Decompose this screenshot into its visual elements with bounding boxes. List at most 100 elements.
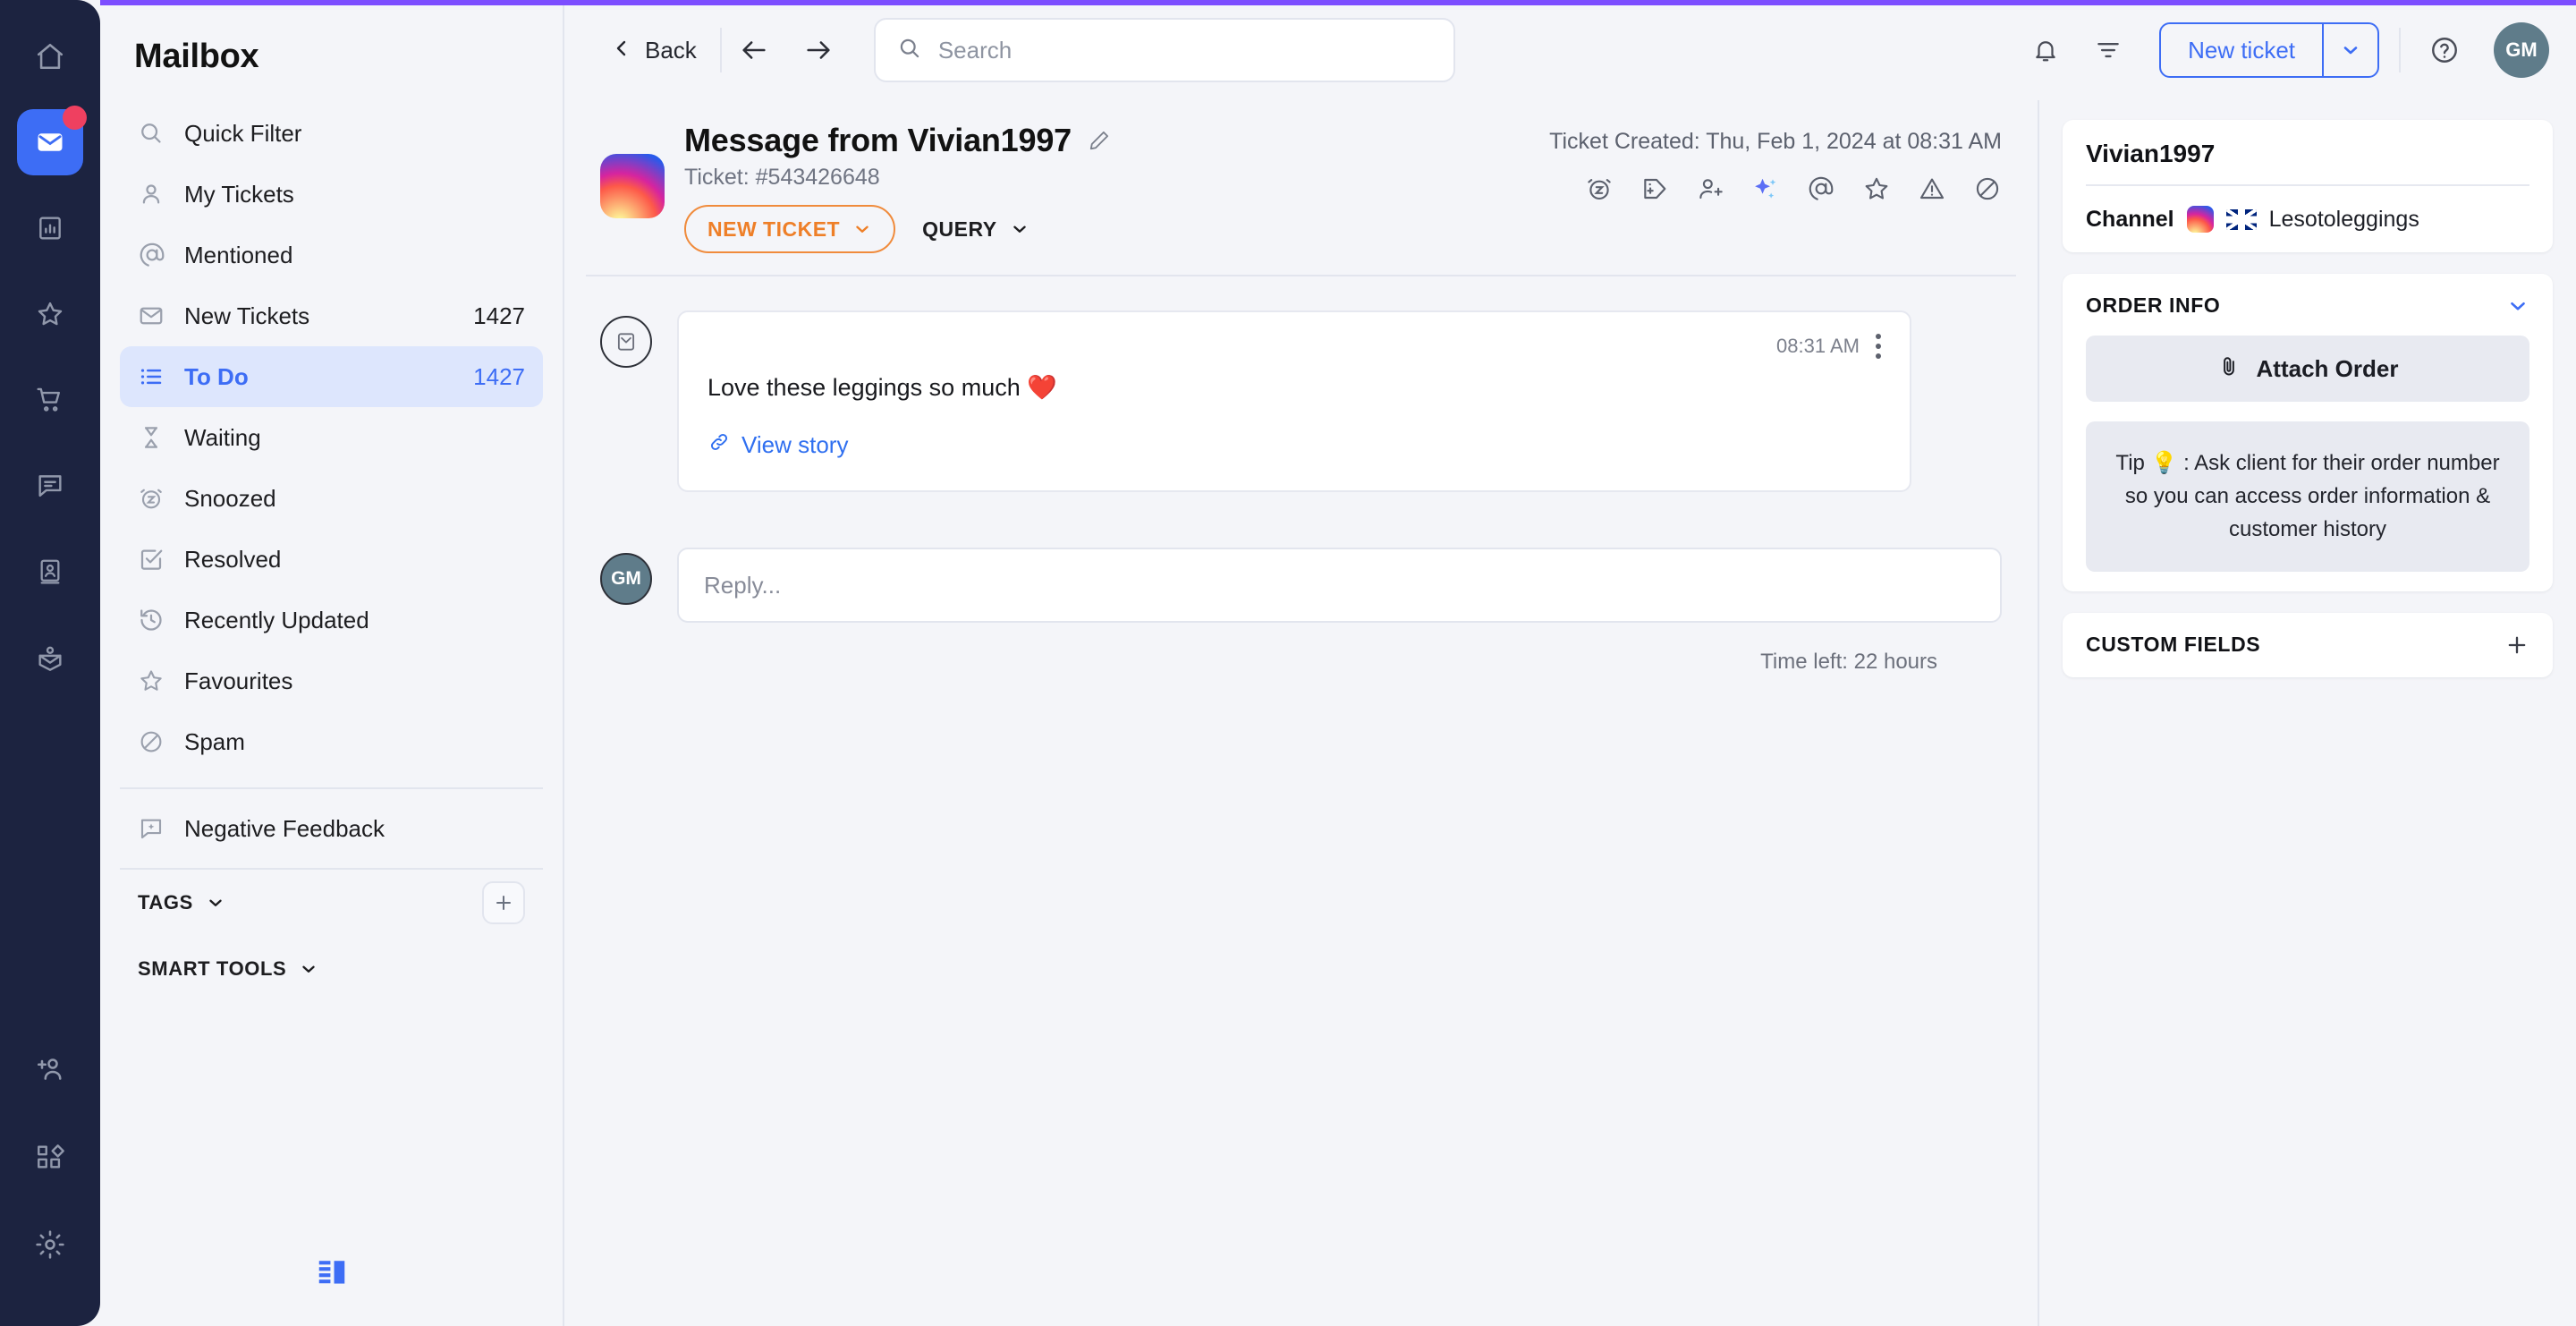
- assign-user-button[interactable]: [1696, 174, 1724, 203]
- smart-tools-label: SMART TOOLS: [138, 957, 287, 980]
- check-square-icon: [138, 546, 177, 573]
- filter-button[interactable]: [2077, 19, 2140, 81]
- rail-item-settings[interactable]: [17, 1211, 83, 1278]
- new-ticket-dropdown[interactable]: [2324, 24, 2377, 76]
- sidebar-item-new-tickets[interactable]: New Tickets 1427: [120, 285, 543, 346]
- nav-prev-button[interactable]: [722, 35, 786, 65]
- sidebar-item-label: Negative Feedback: [184, 814, 386, 842]
- sidebar-item-negative-feedback[interactable]: Negative Feedback: [120, 798, 543, 859]
- message-meta: 08:31 AM: [708, 334, 1881, 359]
- sidebar-item-quick-filter[interactable]: Quick Filter: [120, 103, 543, 164]
- sidebar-item-spam[interactable]: Spam: [120, 711, 543, 772]
- user-avatar[interactable]: GM: [2494, 22, 2549, 78]
- chevron-down-icon[interactable]: [2506, 294, 2529, 318]
- arrow-right-icon: [807, 41, 830, 59]
- rail-item-orders[interactable]: [17, 367, 83, 433]
- reply-row: GM: [600, 548, 2002, 623]
- escalate-button[interactable]: [1918, 174, 1946, 203]
- rail-item-apps[interactable]: [17, 1124, 83, 1190]
- sidebar-divider-1: [120, 787, 543, 789]
- add-tag-button[interactable]: [482, 881, 525, 924]
- new-ticket-button[interactable]: New ticket: [2159, 22, 2379, 78]
- ban-icon: [138, 728, 177, 755]
- at-icon: [138, 241, 177, 269]
- rail-item-favourites[interactable]: [17, 281, 83, 347]
- reply-box[interactable]: [677, 548, 2002, 623]
- sidebar-item-label: Waiting: [184, 423, 261, 451]
- rail-item-home[interactable]: [17, 23, 83, 89]
- order-info-header[interactable]: ORDER INFO: [2086, 293, 2529, 318]
- sidebar-item-resolved[interactable]: Resolved: [120, 529, 543, 590]
- instagram-message-icon: [600, 316, 652, 368]
- mailbox-nav-list: Quick Filter My Tickets Mentioned New Ti…: [100, 103, 563, 859]
- view-story-link[interactable]: View story: [708, 430, 1881, 460]
- sidebar-item-to-do[interactable]: To Do 1427: [120, 346, 543, 407]
- snooze-icon: [138, 485, 177, 512]
- plus-icon[interactable]: [2504, 633, 2529, 658]
- tags-section-header[interactable]: TAGS: [100, 870, 563, 936]
- rail-item-contacts[interactable]: [17, 539, 83, 605]
- block-button[interactable]: [1973, 174, 2002, 203]
- custom-fields-header[interactable]: CUSTOM FIELDS: [2086, 633, 2529, 658]
- favourite-button[interactable]: [1862, 174, 1891, 203]
- sidebar-item-label: Mentioned: [184, 241, 293, 268]
- sidebar-item-label: Snoozed: [184, 484, 276, 512]
- rail-item-chat[interactable]: [17, 453, 83, 519]
- mention-button[interactable]: [1807, 174, 1835, 203]
- rail-item-reports[interactable]: [17, 195, 83, 261]
- collapse-panel-icon[interactable]: [315, 1254, 349, 1292]
- unread-badge: [63, 106, 87, 130]
- snooze-ticket-button[interactable]: [1585, 174, 1614, 203]
- attach-order-button[interactable]: Attach Order: [2086, 336, 2529, 402]
- search-input[interactable]: [937, 36, 1432, 64]
- mailbox-title: Mailbox: [134, 38, 259, 75]
- instagram-icon: [600, 154, 665, 218]
- chevron-left-icon: [611, 38, 632, 64]
- message-card: 08:31 AM Love these leggings so much ❤️ …: [677, 310, 1911, 492]
- channel-label: Channel: [2086, 206, 2174, 232]
- add-tag-button[interactable]: [1640, 174, 1669, 203]
- ticket-action-icons: [1585, 174, 2002, 203]
- top-accent-bar: [100, 0, 2576, 5]
- order-info-title: ORDER INFO: [2086, 293, 2221, 317]
- sidebar-item-recently-updated[interactable]: Recently Updated: [120, 590, 543, 650]
- custom-fields-title: CUSTOM FIELDS: [2086, 633, 2261, 657]
- arrow-left-icon: [742, 41, 766, 59]
- smart-tools-section-header[interactable]: SMART TOOLS: [100, 936, 563, 1002]
- status-badge[interactable]: NEW TICKET: [684, 205, 896, 253]
- sidebar-item-waiting[interactable]: Waiting: [120, 407, 543, 468]
- nav-next-button[interactable]: [786, 35, 851, 65]
- order-tip-text: Tip 💡 : Ask client for their order numbe…: [2086, 421, 2529, 572]
- notifications-button[interactable]: [2014, 19, 2077, 81]
- search-icon: [138, 120, 177, 147]
- sidebar-item-label: To Do: [184, 362, 249, 390]
- help-button[interactable]: [2413, 19, 2476, 81]
- ai-assist-button[interactable]: [1751, 174, 1780, 203]
- pencil-icon[interactable]: [1088, 129, 1111, 152]
- rail-item-add-user[interactable]: [17, 1036, 83, 1102]
- search-box[interactable]: [873, 18, 1455, 82]
- ticket-type-dropdown[interactable]: QUERY: [922, 217, 1029, 242]
- sidebar-item-snoozed[interactable]: Snoozed: [120, 468, 543, 529]
- message-row: 08:31 AM Love these leggings so much ❤️ …: [600, 310, 2002, 492]
- tags-label: TAGS: [138, 891, 193, 914]
- envelope-icon: [138, 302, 177, 329]
- kebab-menu-icon[interactable]: [1876, 334, 1881, 359]
- star-icon: [38, 302, 63, 326]
- ticket-column: Message from Vivian1997 Ticket: #5434266…: [564, 100, 2039, 1326]
- back-button[interactable]: Back: [591, 37, 720, 64]
- message-body: Love these leggings so much ❤️: [708, 374, 1057, 401]
- sidebar-item-my-tickets[interactable]: My Tickets: [120, 164, 543, 225]
- sidebar-item-mentioned[interactable]: Mentioned: [120, 225, 543, 285]
- mail-icon: [38, 133, 63, 151]
- mailbox-sidebar: Mailbox Quick Filter My Tickets Mentione…: [100, 0, 564, 1326]
- add-user-icon: [37, 1058, 62, 1080]
- list-icon: [138, 363, 177, 390]
- content-area: Message from Vivian1997 Ticket: #5434266…: [564, 100, 2576, 1326]
- search-icon: [897, 36, 922, 65]
- order-info-card: ORDER INFO Attach Order Tip 💡 : Ask clie…: [2063, 274, 2553, 591]
- reply-input[interactable]: [704, 571, 1975, 599]
- rail-item-mailbox[interactable]: [17, 106, 87, 175]
- sidebar-item-favourites[interactable]: Favourites: [120, 650, 543, 711]
- rail-item-knowledge[interactable]: [17, 625, 83, 691]
